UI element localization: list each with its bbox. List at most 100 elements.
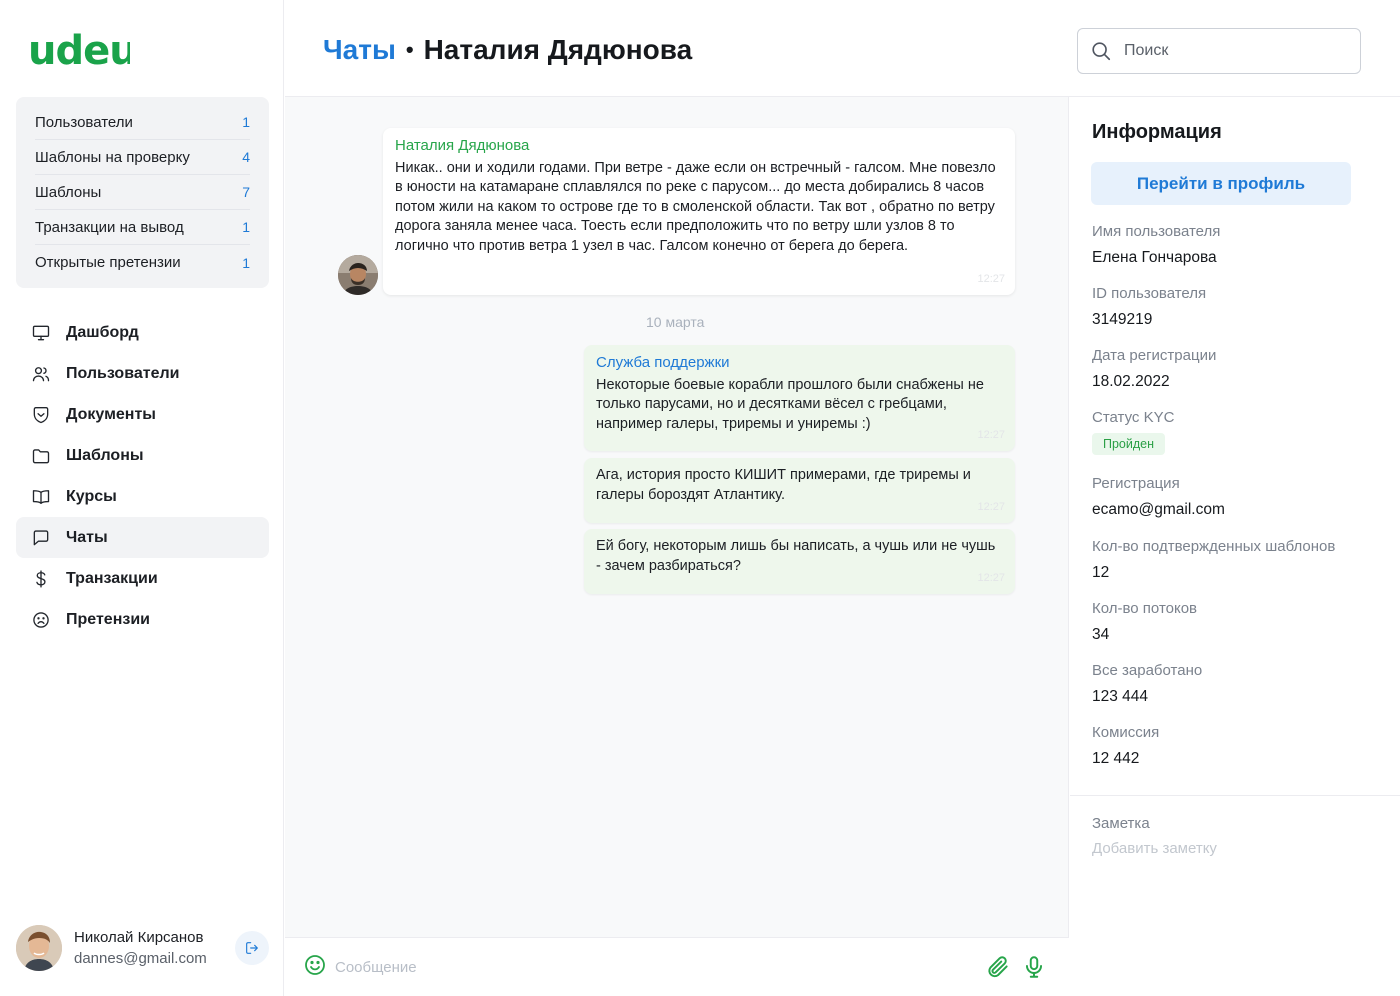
field-label: Дата регистрации — [1092, 347, 1217, 364]
field-total-earned: Все заработано 123 444 — [1092, 662, 1202, 706]
nav-item-claims[interactable]: Претензии — [16, 599, 269, 640]
field-label: Статус KYC — [1092, 409, 1175, 426]
counter-templates[interactable]: Шаблоны 7 — [35, 175, 250, 210]
field-value: 12 — [1092, 564, 1110, 581]
nav-item-templates[interactable]: Шаблоны — [16, 435, 269, 476]
nav-label: Курсы — [66, 487, 117, 505]
field-confirmed-templates: Кол-во подтвержденных шаблонов 12 — [1092, 538, 1335, 582]
sad-face-icon — [30, 609, 52, 631]
field-streams-count: Кол-во потоков 34 — [1092, 600, 1197, 644]
message-time: 12:27 — [977, 428, 1005, 441]
folder-icon — [30, 445, 52, 467]
user-info: Николай Кирсанов dannes@gmail.com — [74, 929, 235, 967]
counter-label: Шаблоны — [35, 183, 102, 201]
message-input[interactable] — [335, 958, 955, 976]
counter-value: 7 — [242, 184, 250, 200]
field-kyc-status: Статус KYC Пройден — [1092, 409, 1174, 455]
field-value: 12 442 — [1092, 750, 1140, 767]
info-divider — [1070, 795, 1400, 796]
nav-item-transactions[interactable]: Транзакции — [16, 558, 269, 599]
emoji-icon[interactable] — [303, 953, 327, 982]
message-time: 12:27 — [977, 500, 1005, 513]
outgoing-bubble: Служба поддержки Некоторые боевые корабл… — [584, 345, 1015, 451]
message-time: 12:27 — [977, 272, 1005, 285]
counter-value: 4 — [242, 149, 250, 165]
nav-label: Документы — [66, 405, 156, 423]
search-icon — [1092, 42, 1111, 61]
counter-label: Открытые претензии — [35, 254, 181, 271]
counter-value: 1 — [242, 254, 250, 271]
nav-label: Пользователи — [66, 364, 180, 382]
field-label: Комиссия — [1092, 724, 1160, 741]
field-label: Кол-во потоков — [1092, 600, 1198, 617]
main-nav: Дашборд Пользователи Документы Шаблоны К… — [16, 312, 269, 640]
counter-templates-review[interactable]: Шаблоны на проверку 4 — [35, 140, 250, 175]
search-input[interactable] — [1124, 42, 1344, 60]
logout-icon — [246, 942, 258, 954]
field-username: Имя пользователя Елена Гончарова — [1092, 223, 1220, 267]
user-avatar[interactable] — [16, 925, 62, 971]
counter-withdrawals[interactable]: Транзакции на вывод 1 — [35, 210, 250, 245]
outgoing-bubble: Ей богу, некоторым лишь бы написать, а ч… — [584, 529, 1015, 594]
field-label: Имя пользователя — [1092, 223, 1221, 240]
nav-item-chats[interactable]: Чаты — [16, 517, 269, 558]
field-value: 34 — [1092, 626, 1110, 643]
microphone-icon[interactable] — [1021, 954, 1047, 980]
nav-label: Транзакции — [66, 569, 158, 587]
message-sender[interactable]: Служба поддержки — [596, 353, 1003, 373]
message-composer — [285, 937, 1069, 996]
add-note-input[interactable]: Добавить заметку — [1092, 840, 1217, 857]
field-registration-email: Регистрация ecamo@gmail.com — [1092, 475, 1225, 519]
note-label: Заметка — [1092, 815, 1150, 832]
logo-mark: udeu — [28, 28, 138, 74]
field-value: Елена Гончарова — [1092, 249, 1217, 266]
date-separator: 10 марта — [646, 314, 705, 330]
field-value: 3149219 — [1092, 311, 1153, 328]
message-text: Некоторые боевые корабли прошлого были с… — [596, 376, 984, 432]
dollar-icon — [30, 568, 52, 590]
breadcrumb-chats-link[interactable]: Чаты — [323, 34, 396, 66]
current-user-card: Николай Кирсанов dannes@gmail.com — [16, 922, 269, 974]
message-sender[interactable]: Наталия Дядюнова — [395, 136, 1003, 156]
breadcrumb-separator: • — [405, 37, 414, 62]
message-text: Никак.. они и ходили годами. При ветре -… — [395, 159, 996, 254]
message-time: 12:27 — [977, 571, 1005, 584]
nav-label: Чаты — [66, 528, 108, 546]
nav-item-dashboard[interactable]: Дашборд — [16, 312, 269, 353]
nav-label: Шаблоны — [66, 446, 144, 464]
counter-label: Пользователи — [35, 113, 133, 131]
field-value: 18.02.2022 — [1092, 373, 1170, 390]
go-to-profile-button[interactable]: Перейти в профиль — [1091, 162, 1351, 205]
page-title: Наталия Дядюнова — [423, 34, 693, 65]
field-label: Все заработано — [1092, 662, 1203, 679]
message-text: Ага, история просто КИШИТ примерами, где… — [596, 467, 971, 503]
counter-users[interactable]: Пользователи 1 — [35, 105, 250, 140]
nav-item-documents[interactable]: Документы — [16, 394, 269, 435]
field-value: 123 444 — [1092, 688, 1149, 705]
search-box[interactable] — [1077, 28, 1361, 74]
outgoing-bubble: Ага, история просто КИШИТ примерами, где… — [584, 458, 1015, 523]
counter-open-claims[interactable]: Открытые претензии 1 — [35, 245, 250, 280]
nav-item-users[interactable]: Пользователи — [16, 353, 269, 394]
monitor-icon — [30, 322, 52, 344]
counter-label: Шаблоны на проверку — [35, 148, 190, 166]
info-panel: Информация Перейти в профиль Имя пользов… — [1070, 97, 1400, 996]
contact-avatar[interactable] — [338, 255, 378, 295]
counter-value: 1 — [242, 114, 250, 130]
nav-item-courses[interactable]: Курсы — [16, 476, 269, 517]
nav-label: Дашборд — [66, 323, 139, 341]
user-name: Николай Кирсанов — [74, 929, 204, 946]
udeu-logo[interactable]: udeu — [28, 28, 138, 76]
field-registration-date: Дата регистрации 18.02.2022 — [1092, 347, 1216, 391]
book-icon — [30, 486, 52, 508]
field-commission: Комиссия 12 442 — [1092, 724, 1159, 768]
nav-label: Претензии — [66, 610, 150, 628]
logout-button[interactable] — [235, 931, 269, 965]
attach-icon[interactable] — [985, 954, 1011, 980]
breadcrumb: Чаты • Наталия Дядюнова — [323, 34, 692, 66]
chat-icon — [30, 527, 52, 549]
incoming-bubble: Наталия Дядюнова Никак.. они и ходили го… — [383, 128, 1015, 295]
top-header: Чаты • Наталия Дядюнова — [285, 0, 1400, 97]
info-title: Информация — [1092, 121, 1222, 143]
field-value: ecamo@gmail.com — [1092, 501, 1225, 518]
